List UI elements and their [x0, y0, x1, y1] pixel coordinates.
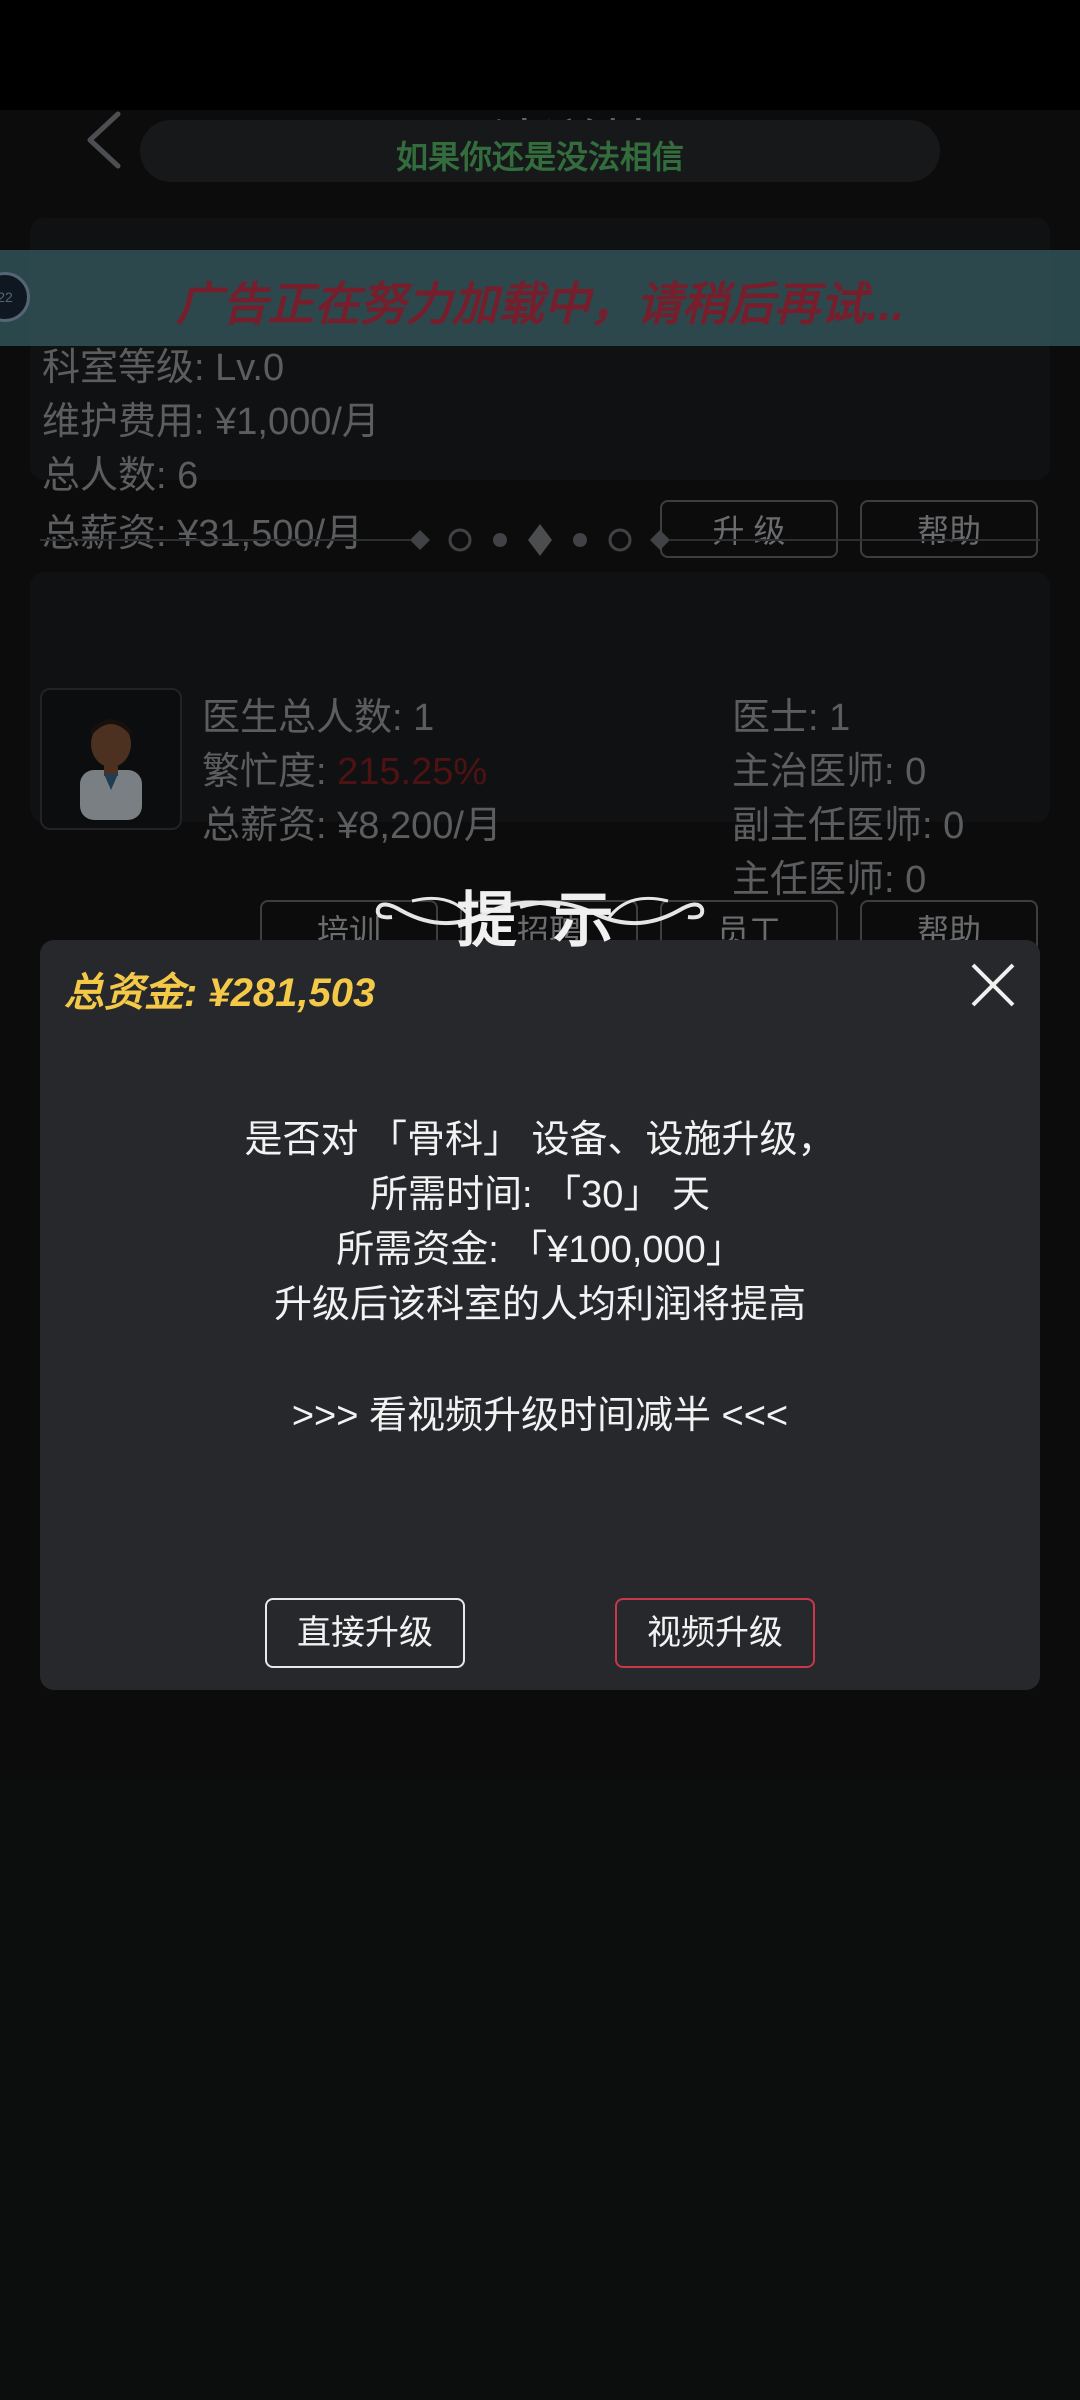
dialog-message-line: 所需资金: 「¥100,000」 [336, 1229, 744, 1271]
dialog-title: 提 示 [456, 887, 624, 954]
video-hint[interactable]: >>> 看视频升级时间减半 <<< [0, 1384, 1080, 1439]
video-upgrade-button[interactable]: 视频升级 [615, 1598, 815, 1668]
direct-upgrade-button[interactable]: 直接升级 [265, 1598, 465, 1668]
status-bar [0, 0, 1080, 110]
close-icon[interactable] [968, 960, 1018, 1010]
dialog-message-line: 升级后该科室的人均利润将提高 [273, 1284, 806, 1326]
total-funds: 总资金: ¥281,503 [64, 971, 376, 1015]
dialog-message-line: 所需时间: 「30」 天 [370, 1174, 710, 1216]
dialog-message-line: 是否对 「骨科」 设备、设施升级， [244, 1119, 836, 1161]
